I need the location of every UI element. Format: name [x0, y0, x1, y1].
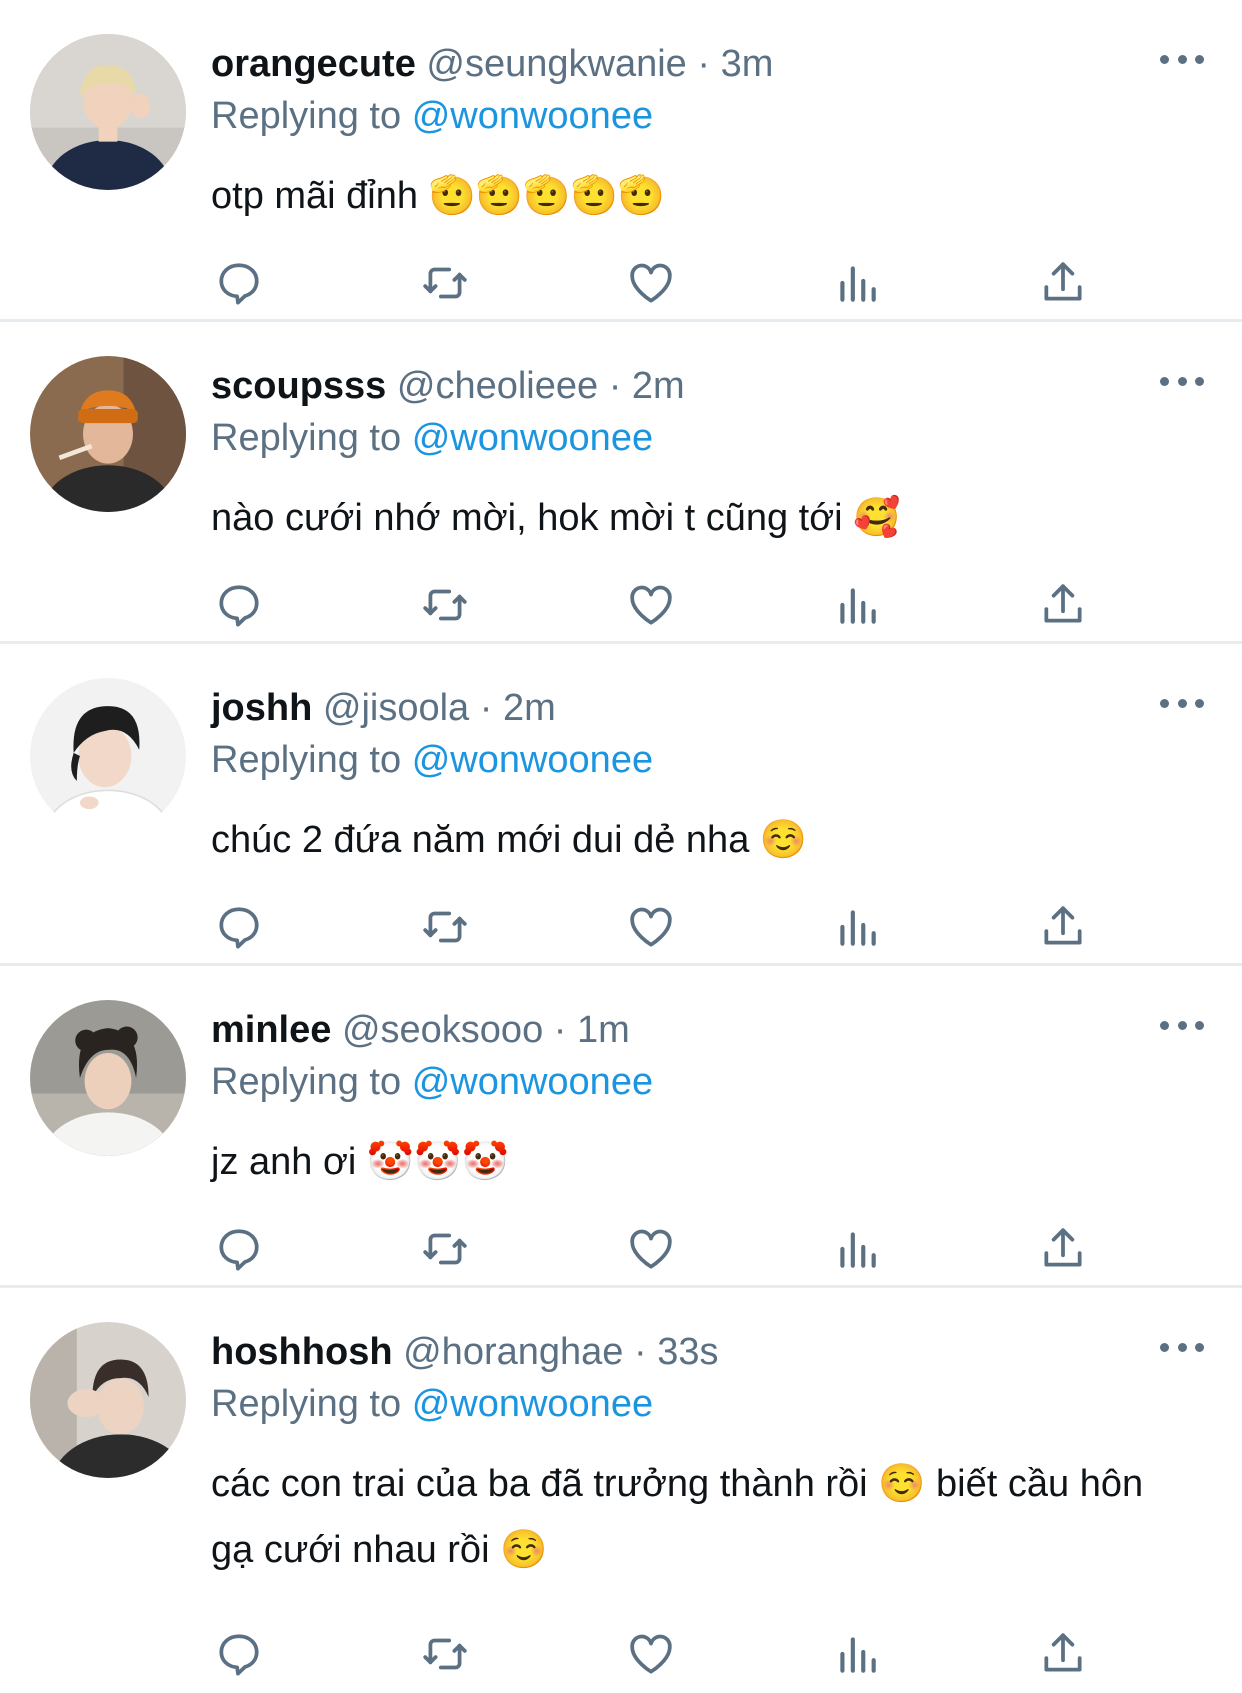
replying-to-label: Replying to: [211, 417, 402, 459]
heart-icon[interactable]: [623, 255, 679, 311]
display-name[interactable]: hoshhosh: [211, 1331, 393, 1373]
tweet[interactable]: scoupsss @cheolieee · 2m Replying to @wo…: [0, 322, 1242, 644]
analytics-icon[interactable]: [829, 899, 885, 955]
retweet-icon[interactable]: [417, 1626, 473, 1682]
user-handle[interactable]: @jisoola: [323, 687, 469, 729]
reply-icon[interactable]: [211, 1221, 267, 1277]
tweet-text: otp mãi đỉnh 🫡🫡🫡🫡🫡: [211, 175, 666, 217]
replying-to: Replying to @wonwoonee: [211, 1380, 653, 1428]
tweet-actions: [211, 1626, 1111, 1682]
replying-to: Replying to @wonwoonee: [211, 1058, 653, 1106]
tweet-actions: [211, 577, 1111, 633]
display-name[interactable]: orangecute: [211, 43, 416, 85]
analytics-icon[interactable]: [829, 577, 885, 633]
reply-feed: orangecute @seungkwanie · 3m Replying to…: [0, 0, 1242, 1693]
avatar[interactable]: [30, 356, 186, 512]
share-icon[interactable]: [1035, 1221, 1091, 1277]
tweet-text: chúc 2 đứa năm mới dui dẻ nha ☺️: [211, 819, 808, 861]
timestamp[interactable]: 33s: [657, 1331, 718, 1373]
tweet[interactable]: joshh @jisoola · 2m Replying to @wonwoon…: [0, 644, 1242, 966]
user-handle[interactable]: @seoksooo: [342, 1009, 543, 1051]
separator: ·: [633, 1331, 647, 1373]
reply-icon[interactable]: [211, 255, 267, 311]
retweet-icon[interactable]: [417, 255, 473, 311]
reply-icon[interactable]: [211, 899, 267, 955]
reply-icon[interactable]: [211, 1626, 267, 1682]
retweet-icon[interactable]: [417, 899, 473, 955]
heart-icon[interactable]: [623, 899, 679, 955]
analytics-icon[interactable]: [829, 255, 885, 311]
more-icon[interactable]: [1160, 366, 1204, 396]
tweet[interactable]: orangecute @seungkwanie · 3m Replying to…: [0, 0, 1242, 322]
heart-icon[interactable]: [623, 1221, 679, 1277]
analytics-icon[interactable]: [829, 1221, 885, 1277]
tweet-text: các con trai của ba đã trưởng thành rồi …: [211, 1463, 1144, 1571]
separator: ·: [697, 43, 711, 85]
tweet-header: orangecute @seungkwanie · 3m: [211, 40, 773, 88]
avatar[interactable]: [30, 1322, 186, 1478]
display-name[interactable]: minlee: [211, 1009, 331, 1051]
more-icon[interactable]: [1160, 688, 1204, 718]
tweet-header: joshh @jisoola · 2m: [211, 684, 556, 732]
tweet[interactable]: minlee @seoksooo · 1m Replying to @wonwo…: [0, 966, 1242, 1288]
retweet-icon[interactable]: [417, 577, 473, 633]
analytics-icon[interactable]: [829, 1626, 885, 1682]
replying-to: Replying to @wonwoonee: [211, 414, 653, 462]
timestamp[interactable]: 3m: [721, 43, 774, 85]
tweet-header: scoupsss @cheolieee · 2m: [211, 362, 685, 410]
tweet-actions: [211, 1221, 1111, 1277]
replying-to-handle[interactable]: @wonwoonee: [412, 95, 653, 137]
replying-to: Replying to @wonwoonee: [211, 92, 653, 140]
display-name[interactable]: scoupsss: [211, 365, 386, 407]
avatar[interactable]: [30, 34, 186, 190]
user-handle[interactable]: @horanghae: [403, 1331, 623, 1373]
display-name[interactable]: joshh: [211, 687, 312, 729]
share-icon[interactable]: [1035, 1626, 1091, 1682]
heart-icon[interactable]: [623, 1626, 679, 1682]
more-icon[interactable]: [1160, 1010, 1204, 1040]
heart-icon[interactable]: [623, 577, 679, 633]
timestamp[interactable]: 2m: [503, 687, 556, 729]
replying-to-label: Replying to: [211, 95, 402, 137]
user-handle[interactable]: @seungkwanie: [426, 43, 686, 85]
replying-to-handle[interactable]: @wonwoonee: [412, 1383, 653, 1425]
separator: ·: [553, 1009, 567, 1051]
timestamp[interactable]: 2m: [632, 365, 685, 407]
tweet-actions: [211, 255, 1111, 311]
share-icon[interactable]: [1035, 577, 1091, 633]
more-icon[interactable]: [1160, 44, 1204, 74]
tweet-header: hoshhosh @horanghae · 33s: [211, 1328, 718, 1376]
separator: ·: [479, 687, 493, 729]
replying-to-label: Replying to: [211, 1061, 402, 1103]
more-icon[interactable]: [1160, 1332, 1204, 1362]
replying-to-label: Replying to: [211, 1383, 402, 1425]
replying-to-label: Replying to: [211, 739, 402, 781]
tweet-actions: [211, 899, 1111, 955]
separator: ·: [608, 365, 622, 407]
avatar[interactable]: [30, 678, 186, 834]
replying-to: Replying to @wonwoonee: [211, 736, 653, 784]
timestamp[interactable]: 1m: [577, 1009, 630, 1051]
tweet-text: jz anh ơi 🤡🤡🤡: [211, 1141, 509, 1183]
reply-icon[interactable]: [211, 577, 267, 633]
tweet-header: minlee @seoksooo · 1m: [211, 1006, 630, 1054]
user-handle[interactable]: @cheolieee: [397, 365, 598, 407]
replying-to-handle[interactable]: @wonwoonee: [412, 417, 653, 459]
retweet-icon[interactable]: [417, 1221, 473, 1277]
avatar[interactable]: [30, 1000, 186, 1156]
tweet[interactable]: hoshhosh @horanghae · 33s Replying to @w…: [0, 1288, 1242, 1693]
tweet-text: nào cưới nhớ mời, hok mời t cũng tới 🥰: [211, 497, 901, 539]
replying-to-handle[interactable]: @wonwoonee: [412, 1061, 653, 1103]
share-icon[interactable]: [1035, 255, 1091, 311]
share-icon[interactable]: [1035, 899, 1091, 955]
replying-to-handle[interactable]: @wonwoonee: [412, 739, 653, 781]
